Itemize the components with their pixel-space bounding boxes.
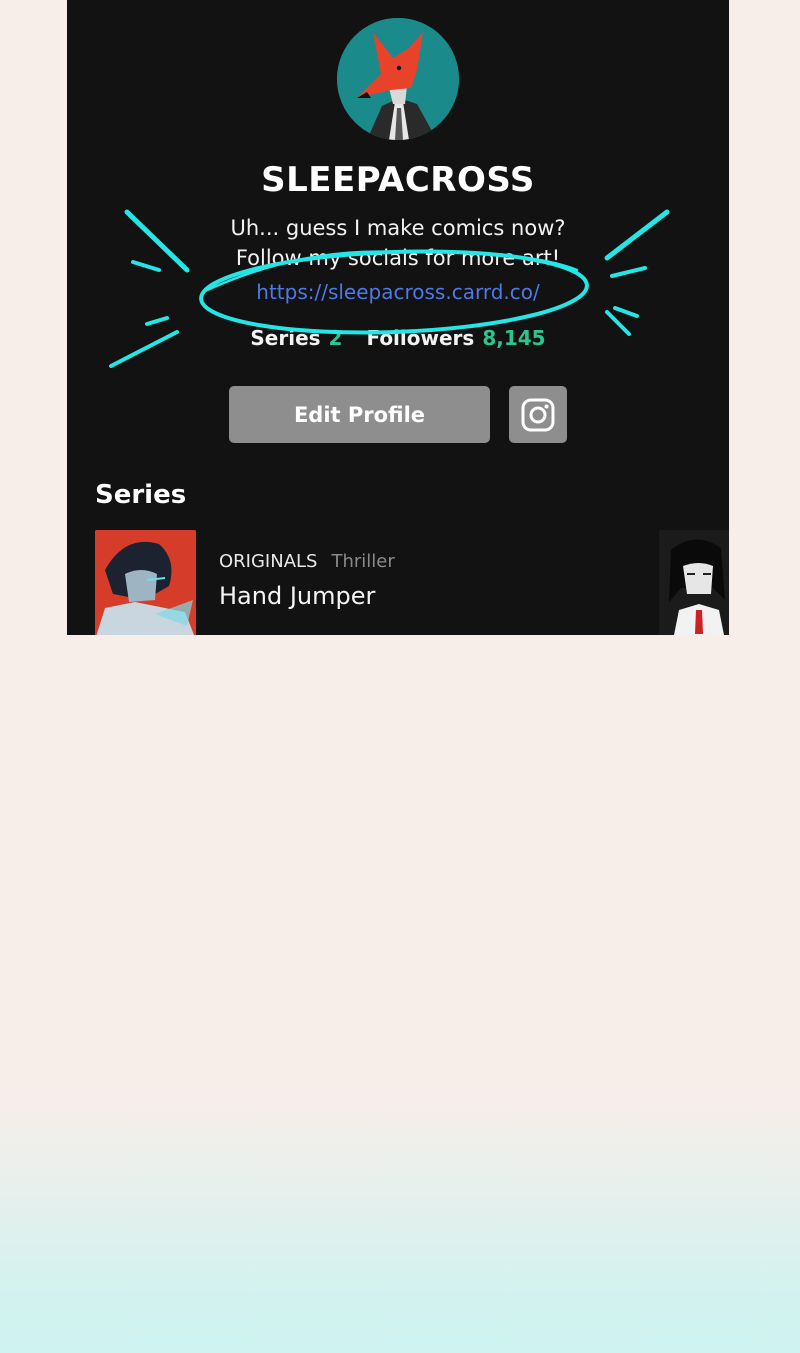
series-cover-art [95,530,196,635]
instagram-icon [521,398,555,431]
edit-profile-button[interactable]: Edit Profile [229,386,490,443]
profile-link[interactable]: https://sleepacross.carrd.co/ [67,280,729,304]
series-meta: ORIGINALS Thriller [219,551,395,572]
series-stat-count: 2 [328,326,343,350]
followers-stat-count[interactable]: 8,145 [482,326,545,350]
profile-avatar[interactable] [337,18,459,140]
series-title[interactable]: Hand Jumper [219,582,375,610]
bio-line-1: Uh... guess I make comics now? [230,216,566,240]
bio-line-2: Follow my socials for more art! [235,246,561,270]
series-cover-art-2 [659,530,729,635]
fox-avatar-icon [337,18,459,140]
profile-stats: Series 2 Followers 8,145 [67,326,729,350]
series-badge: ORIGINALS [219,551,318,572]
series-genre: Thriller [331,551,395,572]
instagram-button[interactable] [509,386,567,443]
series-thumbnail-hand-jumper[interactable] [95,530,196,635]
followers-stat-label[interactable]: Followers [366,326,474,350]
series-section-title: Series [95,480,187,510]
series-stat-label: Series [250,326,321,350]
series-thumbnail-2[interactable] [659,530,729,635]
username: SLEEPACROSS [261,160,535,200]
profile-screenshot: SLEEPACROSS Uh... guess I make comics no… [67,0,729,635]
